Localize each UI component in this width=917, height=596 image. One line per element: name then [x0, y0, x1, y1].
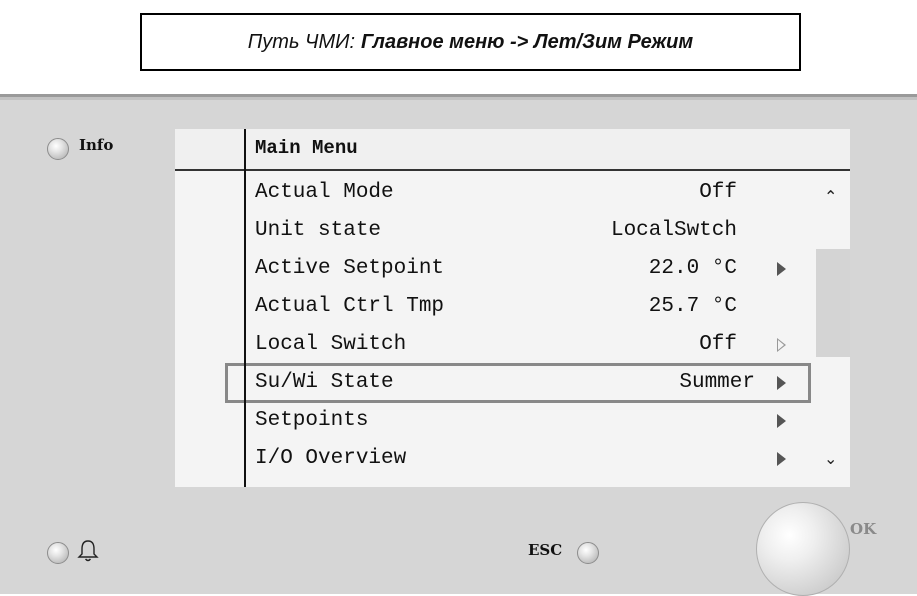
submenu-arrow-icon[interactable]: [777, 376, 786, 390]
alarm-led-button[interactable]: [47, 542, 69, 564]
menu-row[interactable]: Unit state LocalSwtch: [175, 211, 815, 251]
chevron-up-icon[interactable]: ⌃: [824, 189, 837, 205]
esc-label: ESC: [528, 541, 563, 559]
panel-top-edge: [0, 97, 917, 100]
menu-row[interactable]: Actual Ctrl Tmp 25.7 °C: [175, 287, 815, 327]
scroll-thumb[interactable]: [816, 249, 850, 357]
menu-title: Main Menu: [255, 137, 358, 159]
menu-row-label: Local Switch: [255, 333, 407, 356]
bell-icon: [77, 540, 99, 562]
menu-row-value: Summer: [679, 371, 755, 394]
submenu-arrow-icon[interactable]: [777, 452, 786, 466]
ok-label: OK: [850, 520, 877, 538]
menu-row-value: Off: [699, 181, 737, 204]
info-label: Info: [79, 136, 114, 154]
hmi-path-prefix: Путь ЧМИ:: [247, 30, 356, 53]
lcd-screen: Main Menu Actual Mode Off Unit state LocalS…: [175, 129, 850, 487]
chevron-down-icon[interactable]: ⌄: [824, 451, 837, 467]
hmi-path-route: Главное меню -> Лет/Зим Режим: [361, 30, 694, 53]
title-divider: [175, 169, 850, 171]
menu-row-label: I/O Overview: [255, 447, 407, 470]
menu-row-label: Unit state: [255, 219, 382, 242]
menu-row-label: Active Setpoint: [255, 257, 445, 280]
esc-led-button[interactable]: [577, 542, 599, 564]
menu-row-value: 22.0 °C: [648, 257, 737, 280]
menu-row-label: Actual Mode: [255, 181, 394, 204]
menu-row-value: LocalSwtch: [610, 219, 737, 242]
menu-list: Actual Mode Off Unit state LocalSwtch Active…: [175, 173, 850, 487]
menu-row-label: Su/Wi State: [255, 371, 394, 394]
menu-row[interactable]: Local Switch Off: [175, 325, 815, 365]
submenu-arrow-icon[interactable]: [777, 414, 786, 428]
menu-row-value: Off: [699, 333, 737, 356]
menu-row[interactable]: Active Setpoint 22.0 °C: [175, 249, 815, 289]
menu-row[interactable]: Setpoints: [175, 401, 815, 441]
menu-row[interactable]: Actual Mode Off: [175, 173, 815, 213]
controller-panel: Info Main Menu Actual Mode Off Unit state L…: [0, 94, 917, 596]
left-divider: [244, 129, 246, 487]
ok-knob[interactable]: [756, 502, 850, 596]
menu-row-label: Actual Ctrl Tmp: [255, 295, 445, 318]
menu-row-label: Setpoints: [255, 409, 369, 432]
menu-row[interactable]: I/O Overview: [175, 439, 815, 479]
submenu-arrow-outline-icon[interactable]: [777, 338, 786, 352]
menu-row-value: 25.7 °C: [648, 295, 737, 318]
scrollbar[interactable]: ⌃ ⌄: [816, 171, 850, 487]
submenu-arrow-icon[interactable]: [777, 262, 786, 276]
info-led-button[interactable]: [47, 138, 69, 160]
hmi-path-caption: Путь ЧМИ: Главное меню -> Лет/Зим Режим: [140, 13, 801, 71]
menu-row-selected[interactable]: Su/Wi State Summer: [225, 363, 811, 403]
